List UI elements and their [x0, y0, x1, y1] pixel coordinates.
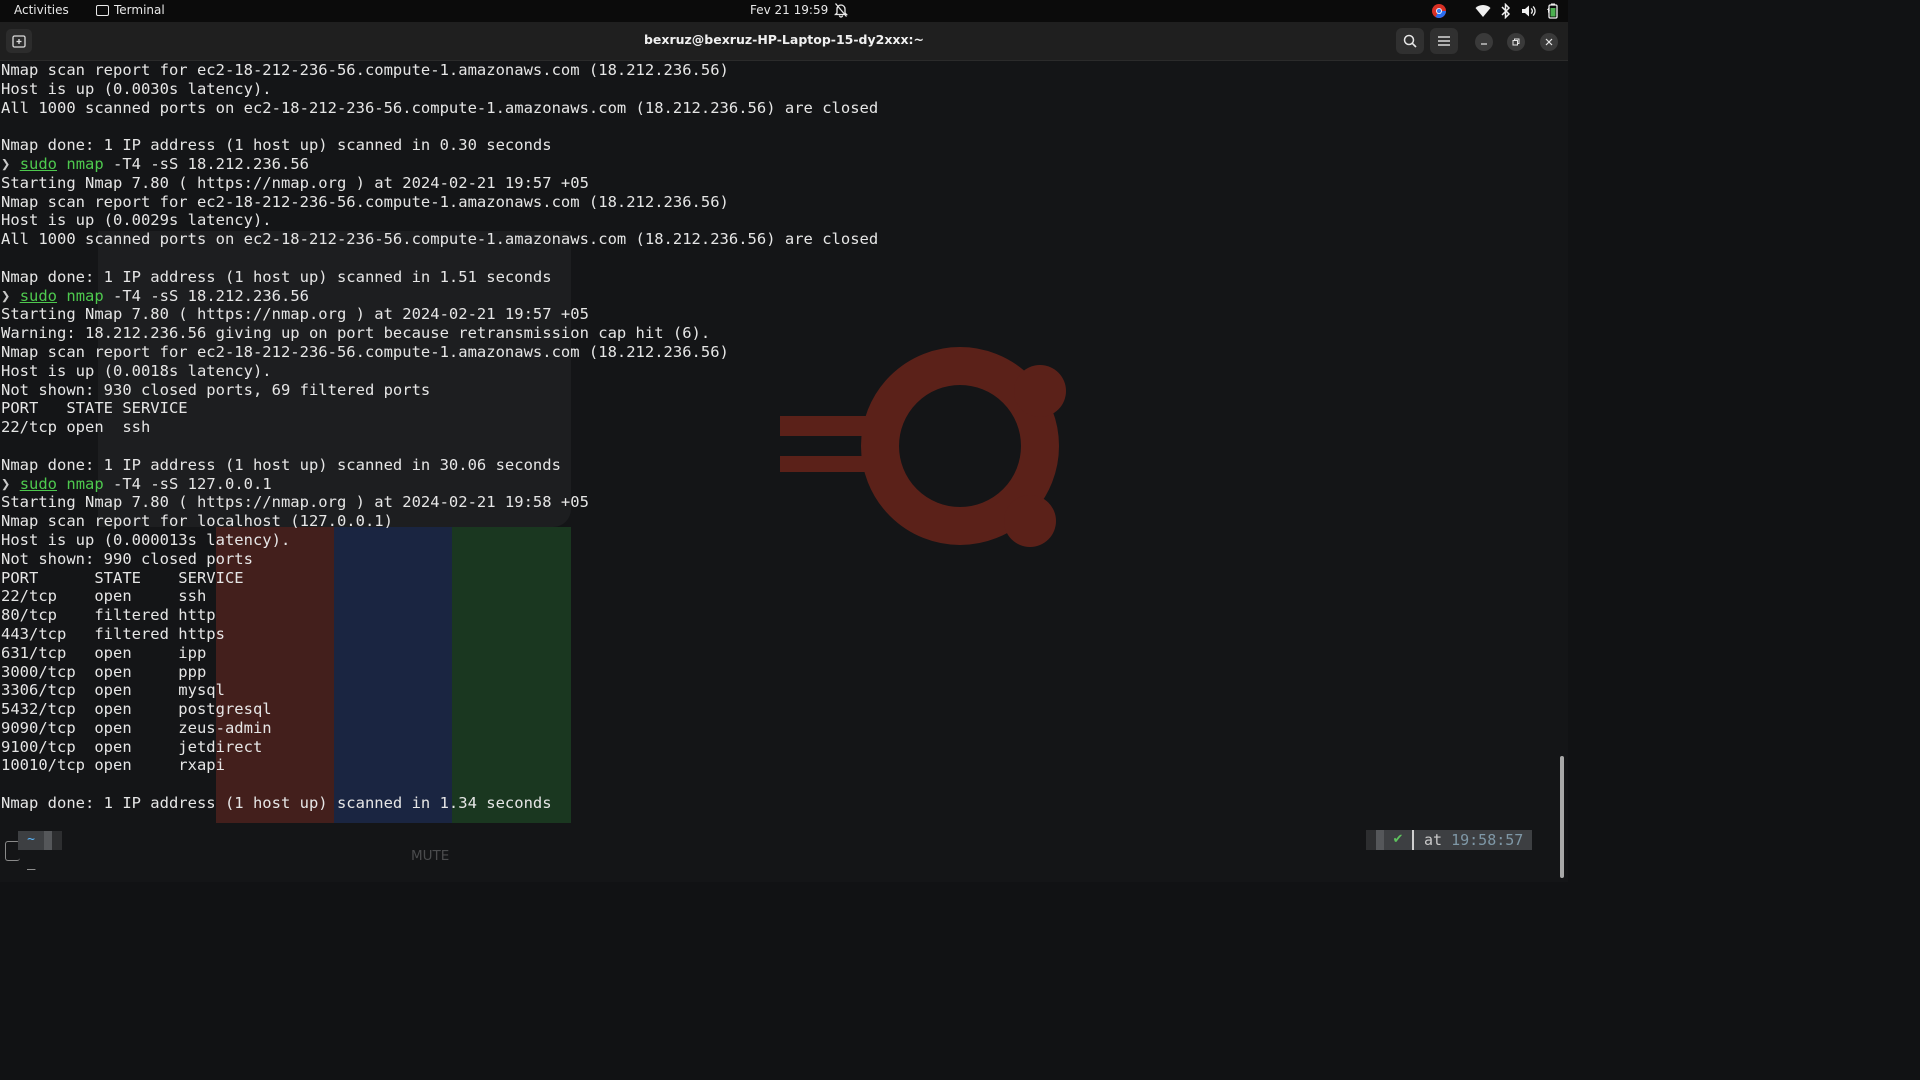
- output-line: 631/tcp open ipp: [1, 643, 207, 662]
- output-line: Host is up (0.000013s latency).: [1, 530, 291, 549]
- output-line: Nmap scan report for ec2-18-212-236-56.c…: [1, 192, 729, 211]
- output-line: 3306/tcp open mysql: [1, 681, 225, 700]
- output-line: Starting Nmap 7.80 ( https://nmap.org ) …: [1, 305, 589, 324]
- prompt-directory: ~: [18, 831, 44, 850]
- status-segment-edge-2: [1376, 830, 1384, 850]
- terminal-app-icon: [96, 4, 109, 16]
- output-line: Host is up (0.0029s latency).: [1, 211, 272, 230]
- app-menu[interactable]: Terminal: [96, 3, 165, 17]
- minimize-button[interactable]: [1475, 33, 1493, 51]
- terminal-body[interactable]: Nmap scan report for ec2-18-212-236-56.c…: [0, 61, 1568, 882]
- output-line: Nmap scan report for localhost (127.0.0.…: [1, 512, 393, 531]
- command-nmap: nmap: [66, 286, 104, 305]
- exit-status-ok-icon: ✔: [1384, 830, 1412, 850]
- output-line: 9090/tcp open zeus-admin: [1, 718, 272, 737]
- status-time-value: 19:58:57: [1451, 831, 1524, 849]
- prompt-segment-edge: [44, 831, 52, 850]
- command-args: -T4 -sS 18.212.236.56: [103, 154, 309, 173]
- prompt-arrow-icon: ❯: [1, 474, 11, 493]
- command-sudo: sudo: [19, 474, 58, 493]
- wifi-icon[interactable]: [1475, 4, 1491, 18]
- output-line: Nmap done: 1 IP address (1 host up) scan…: [1, 267, 552, 286]
- output-line: Starting Nmap 7.80 ( https://nmap.org ) …: [1, 493, 589, 512]
- command-args: -T4 -sS 127.0.0.1: [103, 474, 272, 493]
- prompt-segment-tail: [52, 831, 62, 850]
- terminal-headerbar: bexruz@bexruz-HP-Laptop-15-dy2xxx:~: [0, 22, 1568, 61]
- prompt-arrow-icon: ❯: [1, 154, 11, 173]
- top-bar: Activities Terminal Fev 21 19:59: [0, 0, 1568, 22]
- output-line: 5432/tcp open postgresql: [1, 700, 272, 719]
- output-line: Warning: 18.212.236.56 giving up on port…: [1, 324, 711, 343]
- output-line: Host is up (0.0030s latency).: [1, 79, 272, 98]
- output-line: All 1000 scanned ports on ec2-18-212-236…: [1, 98, 879, 117]
- command-sudo: sudo: [19, 286, 58, 305]
- output-line: Not shown: 990 closed ports: [1, 549, 253, 568]
- chrome-icon[interactable]: [1431, 3, 1447, 19]
- search-button[interactable]: [1396, 28, 1424, 54]
- terminal-cursor: _: [27, 854, 36, 870]
- command-args: -T4 -sS 18.212.236.56: [103, 286, 309, 305]
- output-line: Not shown: 930 closed ports, 69 filtered…: [1, 380, 431, 399]
- output-line: Nmap scan report for ec2-18-212-236-56.c…: [1, 342, 729, 361]
- status-at-label: at: [1424, 831, 1452, 849]
- activities-button[interactable]: Activities: [14, 3, 69, 17]
- search-icon: [1403, 34, 1417, 48]
- output-line: 443/tcp filtered https: [1, 624, 225, 643]
- output-line: 80/tcp filtered http: [1, 606, 216, 625]
- command-line: ❯ sudo nmap -T4 -sS 18.212.236.56: [1, 155, 878, 174]
- output-line: Nmap scan report for ec2-18-212-236-56.c…: [1, 61, 729, 79]
- output-line: 3000/tcp open ppp: [1, 662, 207, 681]
- output-line: Host is up (0.0018s latency).: [1, 361, 272, 380]
- battery-icon[interactable]: [1546, 3, 1558, 19]
- hamburger-menu-icon: [1438, 36, 1450, 46]
- background-mute-label-ghost: MUTE: [411, 848, 450, 864]
- command-nmap: nmap: [66, 154, 104, 173]
- maximize-button[interactable]: [1507, 33, 1525, 51]
- command-nmap: nmap: [66, 474, 104, 493]
- window-title: bexruz@bexruz-HP-Laptop-15-dy2xxx:~: [643, 32, 925, 47]
- output-line: Starting Nmap 7.80 ( https://nmap.org ) …: [1, 173, 589, 192]
- status-segment-edge: [1366, 830, 1376, 850]
- output-line: Nmap done: 1 IP address (1 host up) scan…: [1, 455, 561, 474]
- app-name: Terminal: [114, 3, 165, 17]
- minimize-icon: [1481, 43, 1487, 45]
- status-time: at 19:58:57: [1414, 830, 1533, 850]
- prompt-arrow-icon: ❯: [1, 286, 11, 305]
- notifications-muted-icon[interactable]: [834, 2, 848, 18]
- close-icon: [1545, 38, 1553, 46]
- output-line: 9100/tcp open jetdirect: [1, 737, 263, 756]
- bluetooth-icon[interactable]: [1500, 3, 1512, 19]
- system-tray[interactable]: [1431, 2, 1558, 20]
- output-line: Nmap done: 1 IP address (1 host up) scan…: [1, 794, 552, 813]
- output-line: Nmap done: 1 IP address (1 host up) scan…: [1, 136, 552, 155]
- output-line: 10010/tcp open rxapi: [1, 756, 225, 775]
- command-line: ❯ sudo nmap -T4 -sS 18.212.236.56: [1, 287, 878, 306]
- output-line: 22/tcp open ssh: [1, 418, 151, 437]
- output-line: PORT STATE SERVICE: [1, 568, 244, 587]
- output-line: All 1000 scanned ports on ec2-18-212-236…: [1, 230, 879, 249]
- desktop: Activities Terminal Fev 21 19:59 bexruz@…: [0, 0, 1568, 882]
- prompt-status-right: ✔ at 19:58:57: [1366, 830, 1533, 850]
- prompt-segments: ~: [18, 831, 62, 850]
- volume-icon[interactable]: [1521, 4, 1537, 18]
- command-line: ❯ sudo nmap -T4 -sS 127.0.0.1: [1, 475, 878, 494]
- close-button[interactable]: [1540, 33, 1558, 51]
- menu-button[interactable]: [1430, 28, 1458, 54]
- restore-icon: [1512, 38, 1520, 46]
- terminal-scrollbar[interactable]: [1560, 756, 1564, 878]
- command-sudo: sudo: [19, 154, 58, 173]
- terminal-output: Nmap scan report for ec2-18-212-236-56.c…: [1, 61, 878, 813]
- output-line: 22/tcp open ssh: [1, 587, 207, 606]
- output-line: PORT STATE SERVICE: [1, 399, 188, 418]
- clock[interactable]: Fev 21 19:59: [750, 3, 828, 17]
